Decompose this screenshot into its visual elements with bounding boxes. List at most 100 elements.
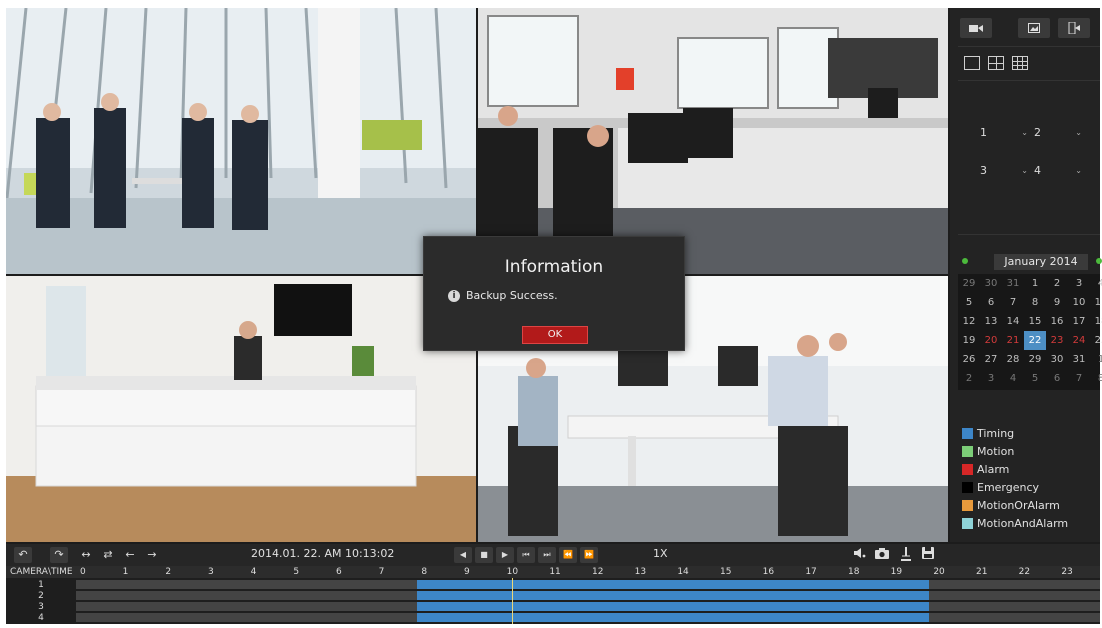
timeline-track[interactable] — [76, 602, 1100, 611]
calendar-day[interactable]: 2 — [1046, 274, 1068, 293]
playback-speed: 1X — [653, 547, 668, 560]
calendar-day[interactable]: 31 — [1002, 274, 1024, 293]
calendar-day[interactable]: 29 — [1024, 350, 1046, 369]
slow-button[interactable]: ⏪ — [559, 547, 577, 563]
calendar-week: 2345678 — [958, 369, 1102, 388]
exit-door-icon — [1068, 22, 1080, 34]
step-back-button[interactable]: ⏮ — [517, 547, 535, 563]
calendar-day[interactable]: 11 — [1090, 293, 1102, 312]
timeline-recording-segment[interactable] — [417, 591, 930, 600]
calendar-day[interactable]: 25 — [1090, 331, 1102, 350]
calendar-day[interactable]: 17 — [1068, 312, 1090, 331]
calendar-month-select[interactable]: January 2014 — [994, 254, 1088, 270]
nvr-playback-screen: 1 ⌄ 2 ⌄ 3 ⌄ 4 ⌄ January 2014 29 30 31 1 2 3 4 5 6 7 8 9… — [6, 8, 1102, 624]
redo-button[interactable]: ↷ — [50, 547, 68, 563]
snapshot-capture-button[interactable] — [874, 547, 890, 563]
calendar-day[interactable]: 3 — [1068, 274, 1090, 293]
calendar-day[interactable]: 23 — [1046, 331, 1068, 350]
undo-button[interactable]: ↶ — [14, 547, 32, 563]
camera-view-3[interactable] — [6, 276, 476, 542]
timeline-hour-label: 20 — [933, 567, 945, 577]
calendar-day[interactable]: 12 — [958, 312, 980, 331]
calendar-day[interactable]: 27 — [980, 350, 1002, 369]
calendar-day[interactable]: 8 — [1090, 369, 1102, 388]
timeline-track[interactable] — [76, 580, 1100, 589]
zoom-out-button[interactable]: ⇄ — [100, 547, 116, 563]
calendar-day[interactable]: 10 — [1068, 293, 1090, 312]
calendar-day[interactable]: 21 — [1002, 331, 1024, 350]
calendar-day[interactable]: 15 — [1024, 312, 1046, 331]
record-view-button[interactable] — [960, 18, 992, 38]
calendar-day[interactable]: 24 — [1068, 331, 1090, 350]
exit-button[interactable] — [1058, 18, 1090, 38]
save-backup-button[interactable] — [920, 547, 936, 563]
calendar-day[interactable]: 28 — [1002, 350, 1024, 369]
calendar-week: 26 27 28 29 30 31 1 — [958, 350, 1102, 369]
calendar-day[interactable]: 13 — [980, 312, 1002, 331]
legend-swatch — [962, 517, 973, 529]
layout-quad-icon[interactable] — [988, 56, 1004, 70]
calendar-day[interactable]: 4 — [1002, 369, 1024, 388]
audio-button[interactable] — [852, 547, 868, 563]
calendar-day[interactable]: 5 — [958, 293, 980, 312]
calendar-day[interactable]: 30 — [980, 274, 1002, 293]
timeline-recording-segment[interactable] — [417, 613, 930, 622]
timeline-recording-segment[interactable] — [417, 580, 930, 589]
play-button[interactable]: ▶ — [496, 547, 514, 563]
calendar-day[interactable]: 31 — [1068, 350, 1090, 369]
calendar-day[interactable]: 22 — [1024, 331, 1046, 350]
camera-view-2[interactable] — [478, 8, 948, 274]
channel-select-1[interactable]: 1 ⌄ — [980, 124, 1028, 140]
timeline-track[interactable] — [76, 613, 1100, 622]
calendar-day[interactable]: 19 — [958, 331, 980, 350]
legend-label: Alarm — [977, 462, 1010, 476]
calendar-day[interactable]: 7 — [1002, 293, 1024, 312]
calendar-day[interactable]: 29 — [958, 274, 980, 293]
calendar-day[interactable]: 9 — [1046, 293, 1068, 312]
playback-cursor[interactable] — [512, 578, 514, 624]
calendar-day[interactable]: 1 — [1024, 274, 1046, 293]
zoom-in-button[interactable]: ↔ — [78, 547, 94, 563]
timeline-tracks[interactable]: 1234 — [6, 578, 1100, 624]
snapshot-button[interactable] — [1018, 18, 1050, 38]
calendar-day[interactable]: 2 — [958, 369, 980, 388]
scroll-right-button[interactable]: → — [144, 547, 160, 563]
timeline-track[interactable] — [76, 591, 1100, 600]
calendar-day[interactable]: 3 — [980, 369, 1002, 388]
chevron-down-icon: ⌄ — [1075, 165, 1082, 175]
calendar-day[interactable]: 16 — [1046, 312, 1068, 331]
stop-button[interactable]: ■ — [475, 547, 493, 563]
reverse-play-button[interactable]: ◀ — [454, 547, 472, 563]
calendar-day[interactable]: 4 — [1090, 274, 1102, 293]
layout-single-icon[interactable] — [964, 56, 980, 70]
layout-nine-icon[interactable] — [1012, 56, 1028, 70]
calendar-day[interactable]: 14 — [1002, 312, 1024, 331]
step-forward-button[interactable]: ⏭ — [538, 547, 556, 563]
save-icon — [922, 547, 934, 559]
fast-button[interactable]: ⏩ — [580, 547, 598, 563]
calendar-day[interactable]: 6 — [980, 293, 1002, 312]
timeline-recording-segment[interactable] — [417, 602, 930, 611]
next-month-button[interactable] — [1096, 258, 1102, 264]
channel-select-4[interactable]: 4 ⌄ — [1034, 162, 1082, 178]
calendar-day[interactable]: 18 — [1090, 312, 1102, 331]
channel-select-3[interactable]: 3 ⌄ — [980, 162, 1028, 178]
video-camera-icon — [969, 25, 983, 32]
channel-select-2[interactable]: 2 ⌄ — [1034, 124, 1082, 140]
information-dialog: Information i Backup Success. OK — [423, 236, 685, 351]
calendar-day[interactable]: 20 — [980, 331, 1002, 350]
calendar-day[interactable]: 7 — [1068, 369, 1090, 388]
ok-button[interactable]: OK — [522, 326, 588, 344]
calendar-day[interactable]: 8 — [1024, 293, 1046, 312]
calendar-day[interactable]: 5 — [1024, 369, 1046, 388]
clip-button[interactable] — [898, 547, 914, 563]
calendar-day[interactable]: 1 — [1090, 350, 1102, 369]
camera-view-1[interactable] — [6, 8, 476, 274]
calendar-day[interactable]: 30 — [1046, 350, 1068, 369]
calendar-day[interactable]: 26 — [958, 350, 980, 369]
calendar-day[interactable]: 6 — [1046, 369, 1068, 388]
scroll-left-button[interactable]: ← — [122, 547, 138, 563]
timeline-hour-label: 5 — [293, 567, 300, 577]
legend-label: Emergency — [977, 480, 1040, 494]
prev-month-button[interactable] — [962, 258, 968, 264]
